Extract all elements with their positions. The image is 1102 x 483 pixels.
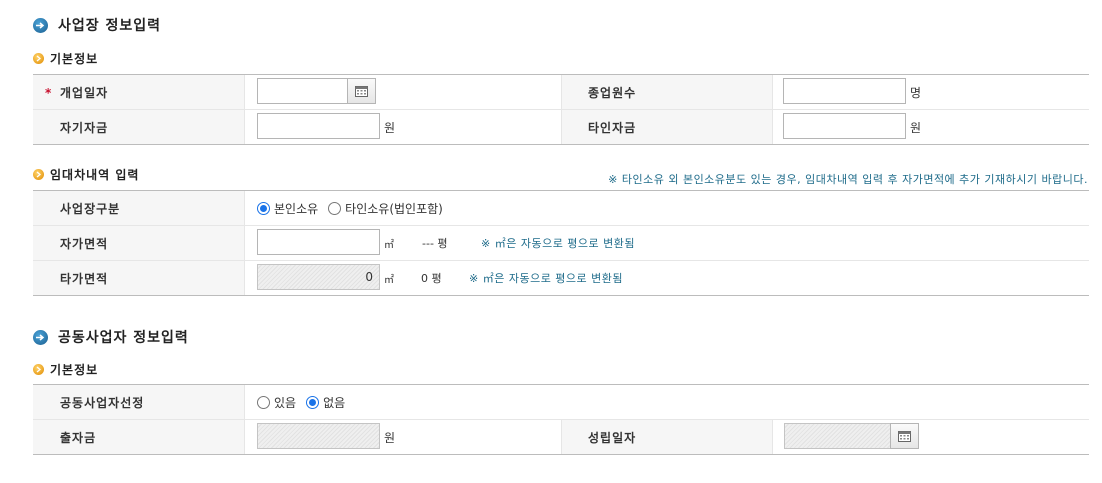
established-date-header: 성립일자 <box>561 420 772 454</box>
own-area-pyeong: --- 평 <box>422 237 448 250</box>
section-title-joint-business: 공동사업자 정보입력 <box>33 327 189 347</box>
employees-unit: 명 <box>910 85 922 100</box>
investment-label: 출자금 <box>60 430 97 445</box>
own-capital-header: 자기자금 <box>33 110 244 144</box>
required-mark: * <box>45 86 53 100</box>
employees-label: 종업원수 <box>588 85 637 100</box>
calendar-icon[interactable] <box>890 423 919 449</box>
established-date-label: 성립일자 <box>588 430 637 445</box>
own-area-header: 자가면적 <box>33 226 244 260</box>
radio-own-label: 본인소유 <box>274 201 319 216</box>
other-area-hint: ※ ㎡은 자동으로 평으로 변환됨 <box>469 272 624 285</box>
table-row: 사업장구분 본인소유 타인소유(법인포함) <box>33 191 1089 225</box>
basic-info-table: * 개업일자 종업원수 명 자기자금 원 타인자금 원 <box>33 74 1089 145</box>
investment-input <box>257 423 380 449</box>
section-title-text: 공동사업자 정보입력 <box>58 330 189 346</box>
business-type-header: 사업장구분 <box>33 191 244 225</box>
business-type-radio-group: 본인소유 타인소유(법인포함) <box>257 191 453 225</box>
employees-input[interactable] <box>783 78 906 104</box>
own-capital-unit: 원 <box>384 120 396 135</box>
radio-yes-label: 있음 <box>274 395 297 410</box>
table-row: 출자금 원 성립일자 <box>33 419 1089 454</box>
subsection-title-text: 임대차내역 입력 <box>50 168 140 182</box>
lease-notice: ※ 타인소유 외 본인소유분도 있는 경우, 임대차내역 입력 후 자가면적에 … <box>608 173 1088 186</box>
lease-table: 사업장구분 본인소유 타인소유(법인포함) 자가면적 ㎡ --- 평 ※ ㎡은 … <box>33 190 1089 296</box>
radio-other[interactable]: 타인소유(법인포함) <box>328 200 443 217</box>
arrow-circle-icon <box>33 329 48 345</box>
radio-yes-button[interactable] <box>257 395 270 409</box>
subsection-title-text: 기본정보 <box>50 363 99 377</box>
open-date-label: 개업일자 <box>60 85 109 100</box>
other-area-label: 타가면적 <box>60 271 109 286</box>
chevron-circle-icon <box>33 169 44 180</box>
joint-select-header: 공동사업자선정 <box>33 385 244 419</box>
open-date-input[interactable] <box>257 78 348 104</box>
subsection-title-text: 기본정보 <box>50 52 99 66</box>
own-capital-input[interactable] <box>257 113 380 139</box>
radio-other-button[interactable] <box>328 201 342 215</box>
own-capital-label: 자기자금 <box>60 120 109 135</box>
radio-no-label: 없음 <box>323 395 346 410</box>
chevron-circle-icon <box>33 53 44 64</box>
chevron-circle-icon <box>33 364 44 375</box>
other-capital-unit: 원 <box>910 120 922 135</box>
other-capital-header: 타인자금 <box>561 110 772 144</box>
other-area-unit: ㎡ <box>384 274 394 286</box>
subsection-title-basic-info-2: 기본정보 <box>33 361 98 378</box>
calendar-icon[interactable] <box>347 78 376 104</box>
subsection-title-lease: 임대차내역 입력 <box>33 166 139 183</box>
table-row: 자가면적 ㎡ --- 평 ※ ㎡은 자동으로 평으로 변환됨 <box>33 225 1089 260</box>
own-area-input[interactable] <box>257 229 380 255</box>
joint-business-table: 공동사업자선정 있음 없음 출자금 원 성립일자 <box>33 384 1089 455</box>
open-date-header: * 개업일자 <box>33 75 244 109</box>
employees-header: 종업원수 <box>561 75 772 109</box>
radio-own[interactable]: 본인소유 <box>257 200 318 217</box>
joint-select-radio-group: 있음 없음 <box>257 385 355 419</box>
table-row: 타가면적 0 ㎡ 0 평 ※ ㎡은 자동으로 평으로 변환됨 <box>33 260 1089 295</box>
investment-header: 출자금 <box>33 420 244 454</box>
radio-no-button[interactable] <box>306 395 320 409</box>
radio-other-label: 타인소유(법인포함) <box>345 201 443 216</box>
own-area-hint: ※ ㎡은 자동으로 평으로 변환됨 <box>481 237 636 250</box>
table-row: 공동사업자선정 있음 없음 <box>33 385 1089 419</box>
radio-own-button[interactable] <box>257 201 270 215</box>
table-row: 자기자금 원 타인자금 원 <box>33 109 1089 144</box>
subsection-title-basic-info: 기본정보 <box>33 50 98 67</box>
other-area-header: 타가면적 <box>33 261 244 295</box>
other-area-input: 0 <box>257 264 380 290</box>
section-title-text: 사업장 정보입력 <box>58 18 162 34</box>
joint-select-label: 공동사업자선정 <box>60 395 145 410</box>
table-row: * 개업일자 종업원수 명 <box>33 75 1089 109</box>
own-area-unit: ㎡ <box>384 239 394 251</box>
investment-unit: 원 <box>384 430 396 445</box>
business-type-label: 사업장구분 <box>60 201 121 216</box>
established-date-input <box>784 423 891 449</box>
other-capital-label: 타인자금 <box>588 120 637 135</box>
arrow-circle-icon <box>33 17 48 33</box>
other-capital-input[interactable] <box>783 113 906 139</box>
own-area-label: 자가면적 <box>60 236 109 251</box>
other-area-pyeong: 0 평 <box>421 272 442 285</box>
radio-yes[interactable]: 있음 <box>257 394 296 411</box>
section-title-business-info: 사업장 정보입력 <box>33 15 161 35</box>
radio-no[interactable]: 없음 <box>306 394 345 411</box>
